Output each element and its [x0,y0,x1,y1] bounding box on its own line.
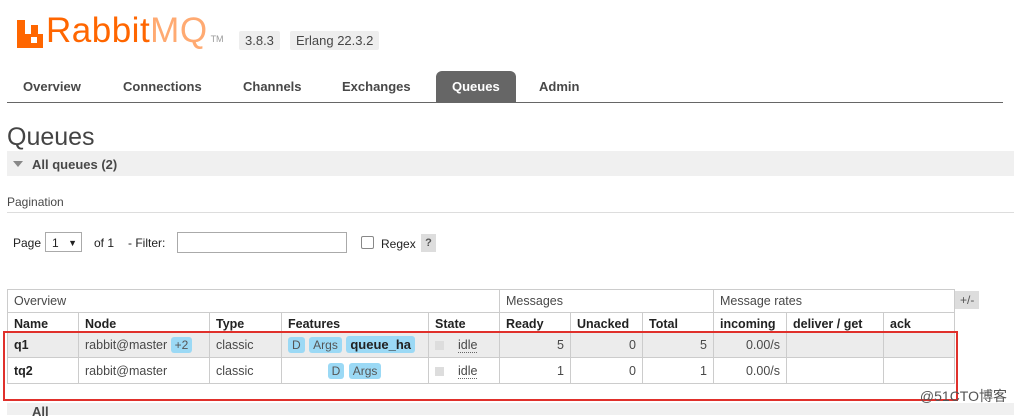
group-header-overview: Overview [7,289,500,313]
column-header-node[interactable]: Node [78,312,210,332]
version-badge: 3.8.3 [239,31,280,50]
logo-text: RabbitMQ [46,11,208,50]
tab-overview[interactable]: Overview [7,71,97,102]
all-queues-section-toggle[interactable]: All queues (2) [7,151,1014,176]
highlight-annotation-box [3,331,958,401]
regex-checkbox[interactable] [361,236,374,249]
section-title: All queues (2) [32,157,118,172]
filter-input[interactable] [177,232,347,253]
divider [7,212,1014,213]
pagination-label: Pagination [7,195,64,209]
column-header-incoming[interactable]: incoming [713,312,787,332]
main-nav-tabs: Overview Connections Channels Exchanges … [7,71,1003,103]
rabbitmq-logo[interactable]: RabbitMQ TM [17,13,224,48]
column-header-type[interactable]: Type [209,312,282,332]
column-header-features[interactable]: Features [281,312,429,332]
chevron-down-icon: ▼ [68,238,77,248]
column-header-unacked[interactable]: Unacked [570,312,643,332]
column-header-name[interactable]: Name [7,312,79,332]
tab-queues[interactable]: Queues [436,71,516,102]
next-section-bar[interactable] [7,403,1014,415]
tab-admin[interactable]: Admin [523,71,595,102]
column-toggle-button[interactable]: +/- [955,291,980,309]
next-section-title: All [32,404,49,419]
erlang-version-badge: Erlang 22.3.2 [290,31,380,50]
help-button[interactable]: ? [421,234,436,252]
page-select[interactable]: 1 ▼ [45,232,82,252]
logo-trademark: TM [210,34,224,44]
tab-channels[interactable]: Channels [227,71,318,102]
column-header-ready[interactable]: Ready [499,312,571,332]
column-header-total[interactable]: Total [642,312,714,332]
column-header-state[interactable]: State [428,312,500,332]
tab-exchanges[interactable]: Exchanges [326,71,427,102]
column-header-ack[interactable]: ack [883,312,955,332]
tab-connections[interactable]: Connections [107,71,218,102]
regex-label: Regex [381,237,416,251]
rabbitmq-logo-icon [17,20,43,48]
group-header-messages: Messages [499,289,714,313]
group-header-message-rates: Message rates [713,289,955,313]
watermark-text: @51CTO博客 [919,388,1007,404]
page-of-label: of 1 [94,236,115,250]
filter-label: - Filter: [128,236,166,250]
collapse-triangle-icon [13,161,23,167]
column-header-deliver-get[interactable]: deliver / get [786,312,884,332]
page-title: Queues [7,123,95,151]
page-label: Page [13,236,42,250]
